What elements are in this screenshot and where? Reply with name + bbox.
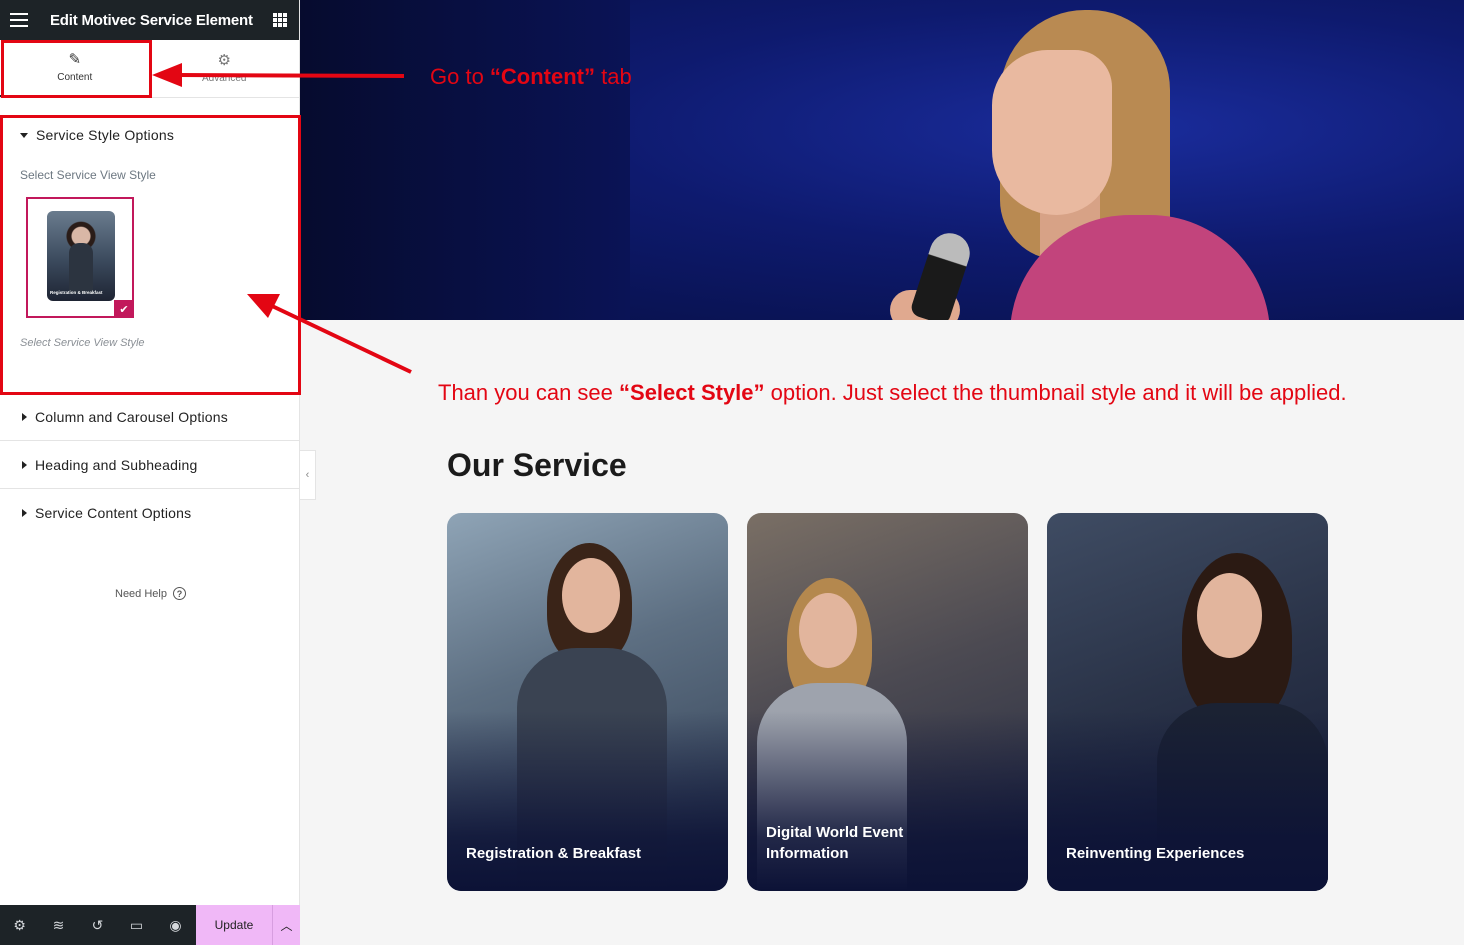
annotation-note-select-style: Than you can see “Select Style” option. … [438, 380, 1347, 406]
note1-bold: “Content” [489, 64, 596, 89]
note2-bold: “Select Style” [619, 380, 765, 405]
annotation-arrows [152, 63, 412, 374]
annotation-note-content: Go to “Content” tab [430, 64, 632, 90]
arrow-to-content-tab [152, 63, 405, 87]
note1-prefix: Go to [430, 64, 490, 89]
note1-suffix: tab [595, 64, 632, 89]
note2-suffix: option. Just select the thumbnail style … [764, 380, 1347, 405]
arrow-to-style-thumbnail [247, 294, 412, 374]
note2-prefix: Than you can see [438, 380, 620, 405]
